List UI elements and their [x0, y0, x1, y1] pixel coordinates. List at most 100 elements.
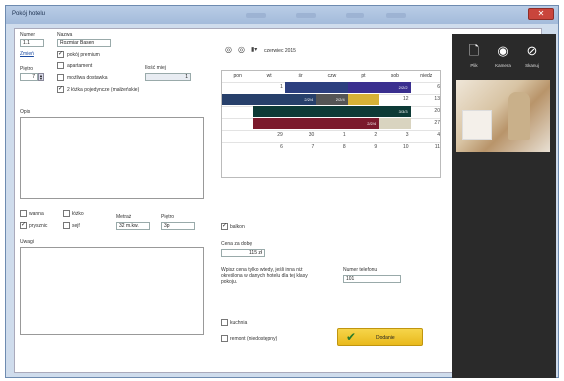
dropdown-icon[interactable]: ▮▾ — [251, 46, 257, 53]
file-button-label: Plik — [470, 63, 478, 68]
booking-bar[interactable]: 2/2/4 — [222, 94, 317, 105]
dostawka-label: możliwa dostawka — [67, 75, 108, 81]
booking-bar[interactable] — [284, 82, 348, 93]
uwagi-textarea[interactable] — [20, 247, 204, 335]
camera-icon[interactable]: ◉ — [496, 44, 510, 58]
kuchnia-label: kuchnia — [230, 320, 248, 326]
opis-textarea[interactable] — [20, 117, 204, 199]
day-cell[interactable] — [222, 142, 253, 153]
save-button[interactable]: ✔ Dodanie — [337, 328, 423, 346]
booking-bar[interactable] — [379, 118, 411, 129]
opis-label: Opis — [20, 109, 31, 115]
kuchnia-checkbox[interactable] — [221, 319, 228, 326]
nazwa-label: Nazwa — [57, 32, 73, 38]
balkon-checkbox[interactable]: ✓ — [221, 223, 228, 230]
wanna-checkbox[interactable] — [20, 210, 27, 217]
lozka-label: 2 łóżka pojedyncze (małżeńskie) — [67, 87, 140, 93]
wanna-label: wanna — [29, 211, 44, 217]
day-cell[interactable]: 27 — [411, 118, 442, 129]
day-cell[interactable]: 12 — [379, 94, 410, 105]
numer-field[interactable]: 1.1 — [20, 39, 44, 47]
day-cell[interactable]: 1 — [253, 82, 284, 93]
prysznic-label: prysznic — [29, 223, 48, 229]
pietro2-label: Piętro — [161, 214, 175, 220]
prev-icon[interactable]: ◎ — [225, 45, 232, 54]
titlebar-blur — [346, 13, 364, 18]
file-icon[interactable]: 🗋 — [467, 44, 481, 58]
day-header: śr — [298, 73, 303, 79]
apartament-checkbox[interactable] — [57, 62, 64, 69]
day-header: pt — [361, 73, 366, 79]
booking-bar[interactable]: 3/3/3 — [379, 106, 411, 117]
sejf-checkbox[interactable] — [63, 222, 70, 229]
scanner-button-label: Skanuj — [525, 63, 539, 68]
nazwa-field[interactable]: Rozmiar Basen — [57, 39, 111, 47]
day-cell[interactable]: 11 — [411, 142, 442, 153]
ilosc-field[interactable]: 1 — [145, 73, 191, 81]
remont-checkbox[interactable] — [221, 335, 228, 342]
day-cell[interactable] — [222, 82, 253, 93]
checkmark-icon: ✔ — [346, 330, 357, 344]
title-bar: Pokój hotelu ✕ — [6, 6, 558, 24]
day-cell[interactable] — [222, 118, 253, 129]
day-cell[interactable]: 8 — [316, 142, 347, 153]
booking-bar[interactable]: 2/2/4 — [253, 118, 380, 129]
cena-field[interactable]: 115 zł — [221, 249, 265, 257]
scanner-icon[interactable]: ⊘ — [525, 44, 539, 58]
day-header: pon — [233, 73, 242, 79]
day-cell[interactable]: 4 — [411, 130, 442, 141]
pietro2-field[interactable]: 3p — [161, 222, 195, 230]
day-cell[interactable]: 13 — [411, 94, 442, 105]
telefon-field[interactable]: 101 — [343, 275, 401, 283]
day-cell[interactable]: 10 — [379, 142, 410, 153]
metraz-field[interactable]: 32 m.kw. — [116, 222, 150, 230]
next-icon[interactable]: ◎ — [238, 45, 245, 54]
day-cell[interactable]: 9 — [348, 142, 379, 153]
pietro-field[interactable]: 7 — [20, 73, 38, 81]
day-cell[interactable]: 29 — [253, 130, 284, 141]
booking-bar[interactable]: 2/2/2 — [347, 82, 411, 93]
pietro-label: Piętro — [20, 66, 34, 72]
day-cell[interactable] — [222, 130, 253, 141]
numer-label: Numer — [20, 32, 36, 38]
photo-figure — [508, 92, 530, 140]
apartament-label: apartament — [67, 63, 93, 69]
ilosc-label: Ilość miej — [145, 65, 166, 71]
booking-bar[interactable]: 2/2/4 — [316, 94, 348, 105]
lozko-checkbox[interactable] — [63, 210, 70, 217]
lozka-checkbox[interactable]: ✓ — [57, 86, 64, 93]
lozko-label: łóżko — [72, 211, 84, 217]
window-title: Pokój hotelu — [12, 11, 46, 17]
dostawka-checkbox[interactable] — [57, 74, 64, 81]
premium-label: pokój premium — [67, 52, 100, 58]
day-header: wt — [266, 73, 272, 79]
uwagi-label: Uwagi — [20, 239, 34, 245]
balkon-label: balkon — [230, 224, 245, 230]
day-cell[interactable]: 6 — [253, 142, 284, 153]
day-cell[interactable] — [222, 106, 253, 117]
camera-button-label: Kamera — [495, 63, 511, 68]
day-cell[interactable]: 7 — [285, 142, 316, 153]
day-cell[interactable]: 1 — [316, 130, 347, 141]
day-cell[interactable]: 6 — [411, 82, 442, 93]
day-cell[interactable]: 20 — [411, 106, 442, 117]
cena-info-text: Wpisz cena tylko wtedy, jeśli inna niż o… — [221, 267, 308, 285]
booking-bar[interactable] — [347, 94, 380, 105]
close-button[interactable]: ✕ — [528, 8, 554, 20]
save-button-label: Dodanie — [376, 335, 395, 341]
cena-label: Cena za dobę — [221, 241, 253, 247]
titlebar-blur — [386, 13, 406, 18]
prysznic-checkbox[interactable]: ✓ — [20, 222, 27, 229]
pietro-spinner[interactable]: ▲ ▼ — [38, 73, 44, 81]
room-photo — [456, 80, 550, 152]
zmien-link[interactable]: Zmień — [20, 51, 34, 57]
day-cell[interactable]: 3 — [379, 130, 410, 141]
remont-label: remont (niedostępny) — [230, 336, 278, 342]
day-cell[interactable]: 30 — [285, 130, 316, 141]
telefon-label: Numer telefonu — [343, 267, 378, 273]
premium-checkbox[interactable]: ✓ — [57, 51, 64, 58]
month-label: czerwiec 2015 — [264, 48, 296, 54]
booking-bar[interactable] — [253, 106, 380, 117]
day-cell[interactable]: 2 — [348, 130, 379, 141]
sidebar-panel: 🗋 Plik ◉ Kamera ⊘ Skanuj — [452, 34, 556, 378]
